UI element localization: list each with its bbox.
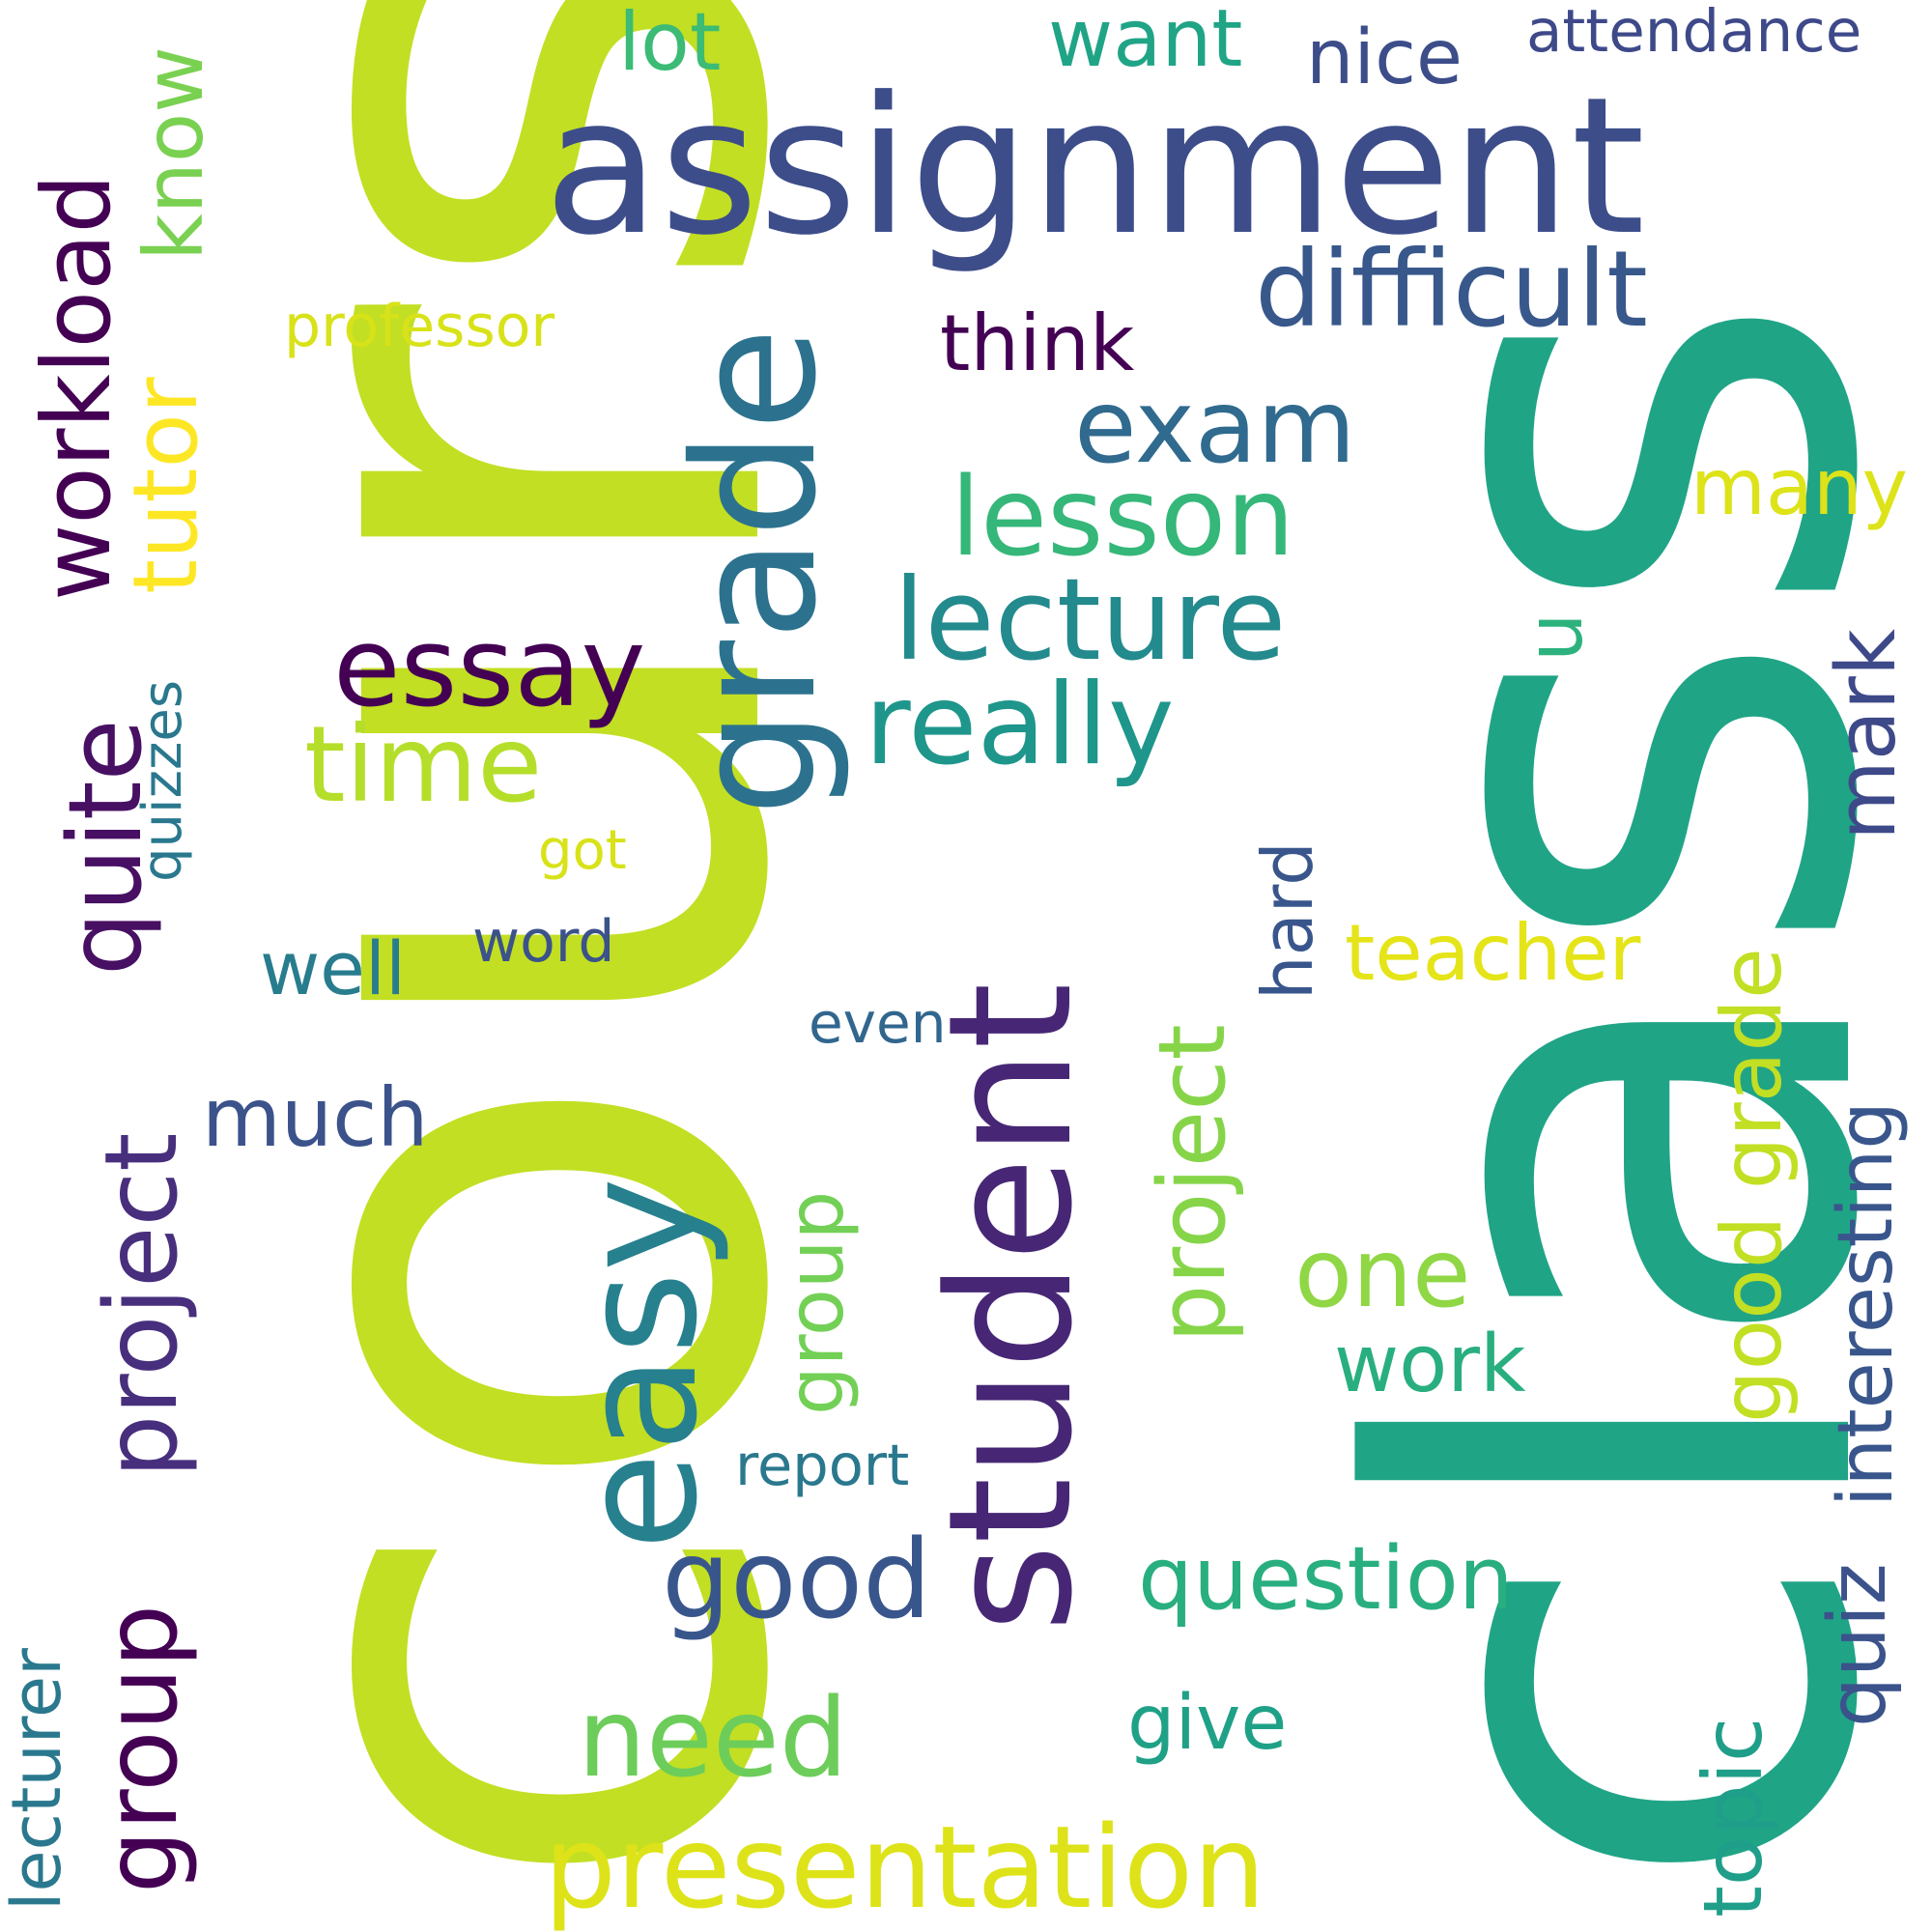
word-even: even <box>809 990 947 1056</box>
word-need: need <box>578 1676 848 1802</box>
word-know: know <box>127 46 221 261</box>
word-group: group <box>84 1604 200 1893</box>
word-many: many <box>1690 442 1908 532</box>
word-good: good <box>662 1518 932 1643</box>
word-presentation: presentation <box>544 1801 1265 1932</box>
word-u: u <box>1510 612 1600 662</box>
word-think: think <box>940 298 1135 388</box>
word-give: give <box>1127 1680 1288 1767</box>
word-got: got <box>538 819 627 882</box>
word-topic: topic <box>1686 1717 1780 1918</box>
word-difficult: difficult <box>1255 228 1648 351</box>
word-easy: easy <box>547 1177 732 1550</box>
word-one: one <box>1294 1219 1471 1329</box>
word-grade: grade <box>658 327 854 816</box>
word-professor: professor <box>284 293 555 360</box>
word-teacher: teacher <box>1345 908 1641 998</box>
word-time: time <box>304 703 543 826</box>
word-nice: nice <box>1306 14 1463 101</box>
word-cloud: course class assignment student grade ea… <box>0 0 1932 1932</box>
word-attendance: attendance <box>1526 0 1862 66</box>
word-want: want <box>1048 0 1243 85</box>
word-quiz: quiz <box>1812 1563 1904 1727</box>
word-exam: exam <box>1074 368 1356 486</box>
word-group-2: group <box>771 1190 861 1415</box>
word-lot: lot <box>618 0 722 89</box>
word-question: question <box>1138 1528 1514 1630</box>
word-tutor: tutor <box>114 377 217 594</box>
word-project: project <box>84 1132 200 1478</box>
word-report: report <box>735 1432 910 1498</box>
word-quizzes: quizzes <box>131 679 194 882</box>
word-work: work <box>1334 1319 1526 1410</box>
word-mark: mark <box>1819 628 1915 840</box>
word-good-grade: good grade <box>1704 948 1801 1423</box>
word-well: well <box>260 925 407 1011</box>
word-much: much <box>202 1070 429 1165</box>
word-word: word <box>472 908 615 976</box>
word-workload: workload <box>22 173 131 601</box>
word-lecturer: lecturer <box>0 1648 76 1911</box>
word-student: student <box>912 982 1110 1633</box>
word-interesting: interesting <box>1823 1101 1910 1507</box>
word-really: really <box>865 660 1175 790</box>
word-hard: hard <box>1247 841 1328 1000</box>
word-project-2: project <box>1140 1024 1246 1343</box>
